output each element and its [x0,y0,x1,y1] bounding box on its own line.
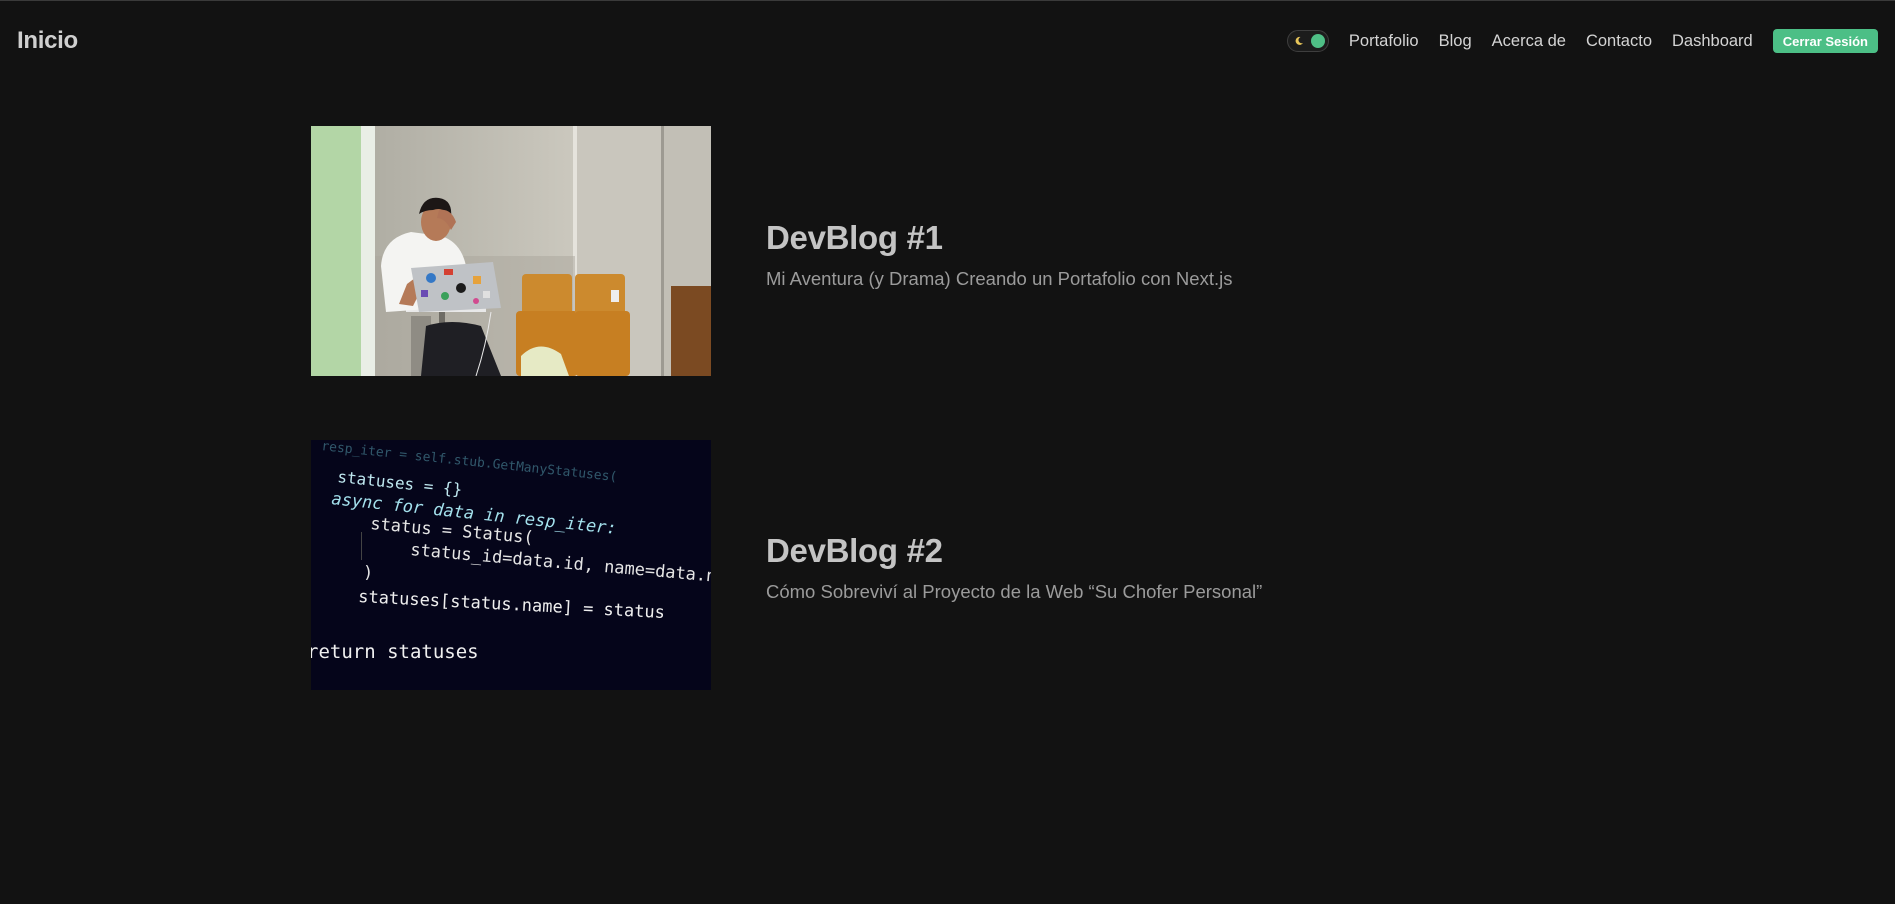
blog-post-card: resp_iter = self.stub.GetManyStatuses( s… [311,440,1311,690]
blog-list: DevBlog #1 Mi Aventura (y Drama) Creando… [0,0,1895,904]
post-text: DevBlog #2 Cómo Sobreviví al Proyecto de… [766,532,1262,603]
logout-button[interactable]: Cerrar Sesión [1772,29,1878,53]
blog-post-card: DevBlog #1 Mi Aventura (y Drama) Creando… [311,126,1311,376]
post-title[interactable]: DevBlog #1 [766,219,1232,257]
post-thumbnail-code-photo[interactable]: resp_iter = self.stub.GetManyStatuses( s… [311,440,711,690]
svg-text:): ) [363,563,373,583]
toggle-knob [1310,34,1325,48]
brand-home-link[interactable]: Inicio [17,27,78,55]
theme-toggle[interactable] [1286,30,1329,52]
moon-icon [1295,36,1303,45]
nav-link-portafolio[interactable]: Portafolio [1349,32,1419,51]
post-subtitle: Mi Aventura (y Drama) Creando un Portafo… [766,268,1233,289]
nav-link-contacto[interactable]: Contacto [1586,32,1652,51]
post-thumbnail-developer-photo[interactable] [311,126,711,376]
main-nav: Portafolio Blog Acerca de Contacto Dashb… [1286,29,1878,53]
navbar: Inicio Portafolio Blog Acerca de Contact… [0,1,1895,81]
post-title[interactable]: DevBlog #2 [766,532,1262,570]
nav-link-blog[interactable]: Blog [1439,32,1472,51]
svg-text:return statuses: return statuses [311,641,479,663]
post-text: DevBlog #1 Mi Aventura (y Drama) Creando… [766,219,1232,290]
post-subtitle: Cómo Sobreviví al Proyecto de la Web “Su… [766,581,1263,602]
nav-link-dashboard[interactable]: Dashboard [1672,32,1753,51]
nav-link-acerca-de[interactable]: Acerca de [1492,32,1566,51]
